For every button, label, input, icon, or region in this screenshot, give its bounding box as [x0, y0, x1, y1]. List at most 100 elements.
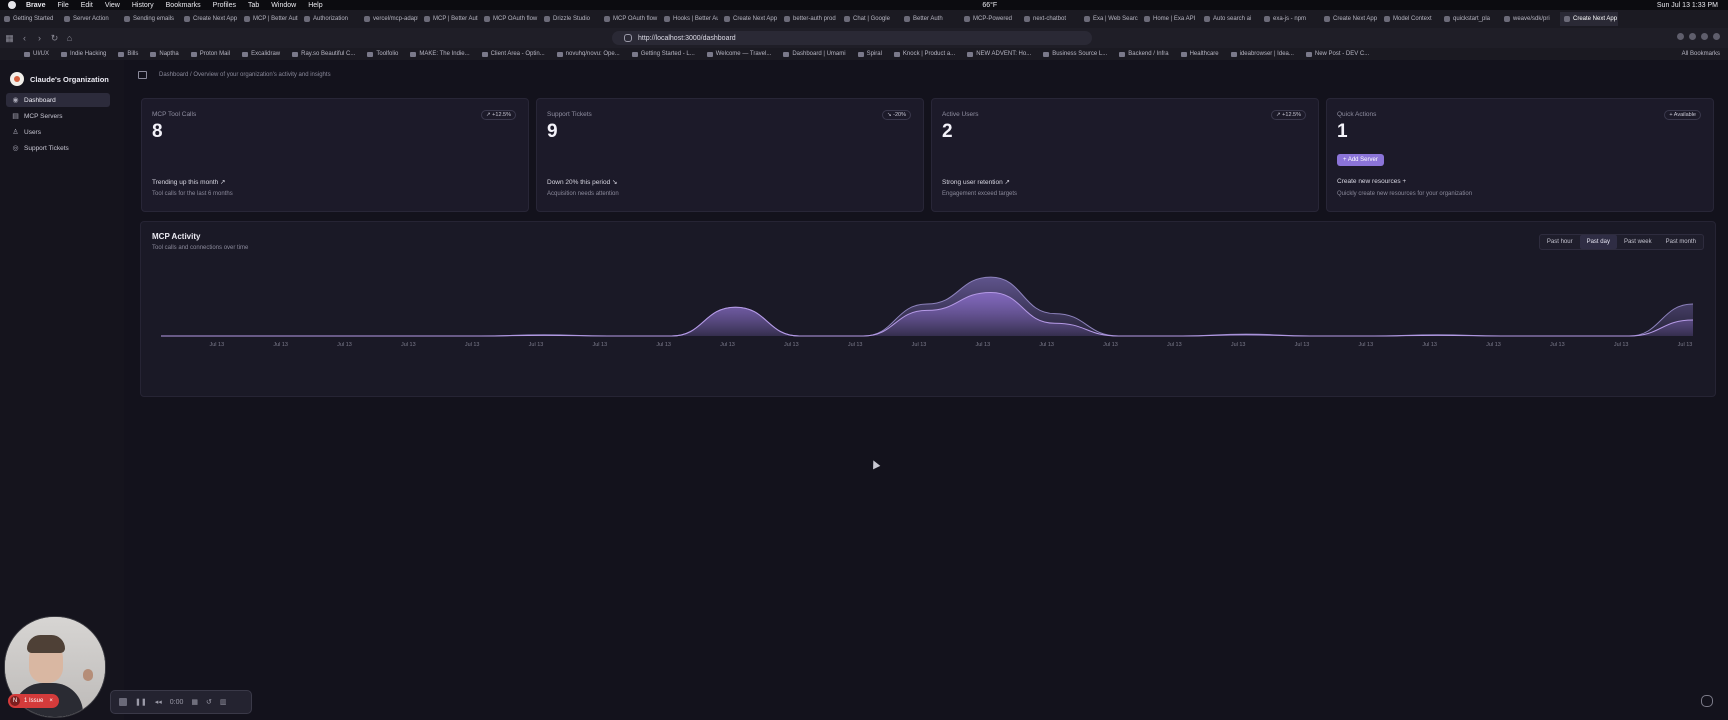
- browser-tab[interactable]: Better Auth: [900, 12, 958, 26]
- theme-toggle-icon[interactable]: [1701, 695, 1713, 707]
- browser-tab[interactable]: MCP OAuth flow: [480, 12, 538, 26]
- bookmark-item[interactable]: Indie Hacking: [61, 51, 106, 57]
- browser-tab[interactable]: MCP OAuth flow: [600, 12, 658, 26]
- range-past-hour-button[interactable]: Past hour: [1540, 235, 1580, 249]
- bookmark-item[interactable]: New Post - DEV C...: [1305, 51, 1369, 57]
- bookmark-item[interactable]: Proton Mail: [190, 51, 230, 57]
- menu-bookmarks[interactable]: Bookmarks: [166, 2, 201, 9]
- bookmark-item[interactable]: Dashboard | Umami: [783, 51, 846, 57]
- extension-icon[interactable]: [1689, 33, 1696, 40]
- browser-tab[interactable]: Create Next App: [1560, 12, 1618, 26]
- apple-icon[interactable]: [8, 1, 16, 9]
- browser-tab[interactable]: next-chatbot: [1020, 12, 1078, 26]
- menu-icon[interactable]: [1713, 33, 1720, 40]
- range-past-month-button[interactable]: Past month: [1659, 235, 1703, 249]
- range-past-week-button[interactable]: Past week: [1617, 235, 1659, 249]
- browser-tab[interactable]: Server Action: [60, 12, 118, 26]
- menu-help[interactable]: Help: [308, 2, 322, 9]
- browser-tab[interactable]: Auto search ai: [1200, 12, 1258, 26]
- issue-label: 1 Issue: [24, 698, 44, 704]
- menu-file[interactable]: File: [57, 2, 68, 9]
- menu-edit[interactable]: Edit: [81, 2, 93, 9]
- all-bookmarks-button[interactable]: All Bookmarks: [1682, 48, 1720, 60]
- sidebar-item-users[interactable]: ♙ Users: [6, 125, 110, 139]
- menu-profiles[interactable]: Profiles: [213, 2, 236, 9]
- bookmark-item[interactable]: Client Area - Optin...: [481, 51, 545, 57]
- bookmark-item[interactable]: MAKE: The Indie...: [410, 51, 470, 57]
- browser-tab[interactable]: Create Next App: [1320, 12, 1378, 26]
- bookmark-item[interactable]: Spiral: [857, 51, 882, 57]
- browser-tab[interactable]: MCP-Powered: [960, 12, 1018, 26]
- close-icon[interactable]: ×: [49, 698, 53, 704]
- menu-view[interactable]: View: [105, 2, 120, 9]
- grid-icon[interactable]: ▦: [191, 698, 198, 706]
- bookmark-item[interactable]: Healthcare: [1180, 51, 1219, 57]
- reload-icon[interactable]: ↻: [49, 33, 60, 44]
- bookmark-item[interactable]: Business Source L...: [1043, 51, 1107, 57]
- range-past-day-button[interactable]: Past day: [1579, 235, 1617, 249]
- menu-window[interactable]: Window: [271, 2, 296, 9]
- restart-icon[interactable]: ↺: [206, 698, 212, 706]
- tab-favicon-icon: [1024, 16, 1030, 22]
- sidebar-item-support-tickets[interactable]: ◎ Support Tickets: [6, 141, 110, 155]
- browser-tab[interactable]: MCP | Better Auth: [420, 12, 478, 26]
- browser-tab[interactable]: exa-js - npm: [1260, 12, 1318, 26]
- bookmark-item[interactable]: Toolfolio: [367, 51, 398, 57]
- brave-shield-icon[interactable]: [1677, 33, 1684, 40]
- bookmark-icon: [1180, 51, 1187, 57]
- site-info-icon[interactable]: [624, 34, 632, 42]
- tab-favicon-icon: [904, 16, 910, 22]
- browser-tab[interactable]: weave/sdk/pri: [1500, 12, 1558, 26]
- bookmark-item[interactable]: Excalidraw: [242, 51, 280, 57]
- trash-icon[interactable]: ▥: [220, 698, 227, 706]
- status-badge: ↘ -20%: [882, 110, 911, 120]
- bookmark-item[interactable]: Backend / Infra: [1119, 51, 1169, 57]
- app-menu[interactable]: Brave: [26, 2, 45, 9]
- add-server-button[interactable]: + Add Server: [1337, 154, 1384, 166]
- browser-tab[interactable]: Chat | Google: [840, 12, 898, 26]
- sidebar-collapse-icon[interactable]: [138, 71, 147, 79]
- browser-tab[interactable]: Hooks | Better Auth: [660, 12, 718, 26]
- browser-tab[interactable]: Create Next App: [180, 12, 238, 26]
- rewind-icon[interactable]: ◂◂: [155, 698, 162, 706]
- browser-tab[interactable]: better-auth prod: [780, 12, 838, 26]
- forward-icon[interactable]: ›: [34, 33, 45, 43]
- browser-tab[interactable]: Create Next App: [720, 12, 778, 26]
- bookmark-item[interactable]: novuhq/novu: Ope...: [556, 51, 620, 57]
- bookmark-item[interactable]: NEW ADVENT: Ho...: [967, 51, 1031, 57]
- browser-tab[interactable]: quickstart_pla: [1440, 12, 1498, 26]
- home-icon[interactable]: ⌂: [64, 33, 75, 43]
- bookmark-item[interactable]: UI/UX: [24, 51, 49, 57]
- pause-icon[interactable]: ❚❚: [135, 698, 147, 706]
- browser-tab[interactable]: vercel/mcp-adapter: [360, 12, 418, 26]
- issue-badge[interactable]: N 1 Issue ×: [8, 694, 59, 708]
- bookmark-item[interactable]: Naptha: [150, 51, 179, 57]
- bookmark-item[interactable]: Welcome — Travel...: [706, 51, 771, 57]
- org-switcher[interactable]: Claude's Organization: [0, 60, 124, 89]
- sidebar-item-mcp-servers[interactable]: ▤ MCP Servers: [6, 109, 110, 123]
- bookmark-item[interactable]: Ray.so Beautiful C...: [292, 51, 355, 57]
- browser-tab[interactable]: Authorization: [300, 12, 358, 26]
- browser-tab[interactable]: Home | Exa API: [1140, 12, 1198, 26]
- browser-tab[interactable]: Drizzle Studio: [540, 12, 598, 26]
- bookmark-item[interactable]: ideabrowser | Idea...: [1230, 51, 1294, 57]
- menu-history[interactable]: History: [132, 2, 154, 9]
- bookmark-item[interactable]: Bills: [118, 51, 138, 57]
- back-icon[interactable]: ‹: [19, 33, 30, 43]
- stop-icon[interactable]: [119, 698, 127, 706]
- url-text[interactable]: http://localhost:3000/dashboard: [638, 35, 736, 42]
- menu-tab[interactable]: Tab: [248, 2, 259, 9]
- bookmark-item[interactable]: Knock | Product a...: [893, 51, 955, 57]
- bookmark-item[interactable]: Getting Started - L...: [631, 51, 695, 57]
- browser-tab[interactable]: Exa | Web Search: [1080, 12, 1138, 26]
- browser-tab[interactable]: Sending emails: [120, 12, 178, 26]
- extension-icon[interactable]: [1701, 33, 1708, 40]
- browser-tab[interactable]: MCP | Better Auth: [240, 12, 298, 26]
- tab-favicon-icon: [784, 16, 790, 22]
- url-bar[interactable]: http://localhost:3000/dashboard: [612, 31, 1092, 45]
- browser-tab[interactable]: Getting Started: [0, 12, 58, 26]
- browser-tab[interactable]: Model Context: [1380, 12, 1438, 26]
- sidebar-item-dashboard[interactable]: ◉ Dashboard: [6, 93, 110, 107]
- tab-title: Model Context: [1393, 16, 1432, 22]
- sidebar-toggle-icon[interactable]: ▦: [4, 33, 15, 44]
